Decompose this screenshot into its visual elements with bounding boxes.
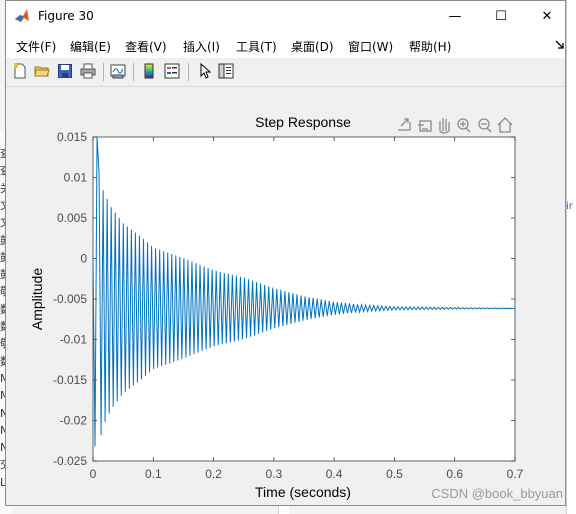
y-tick-label: -0.005 — [53, 292, 87, 306]
x-tick-label: 0.3 — [266, 467, 283, 481]
y-tick-label: 0 — [80, 252, 87, 266]
y-tick-label: 0.015 — [57, 130, 87, 144]
y-tick-label: -0.015 — [53, 373, 87, 387]
x-tick-label: 0.2 — [205, 467, 222, 481]
y-axis-label: Amplitude — [29, 268, 45, 330]
restore-view-icon[interactable] — [497, 117, 513, 133]
y-tick-label: -0.025 — [53, 454, 87, 468]
x-tick-label: 0.5 — [386, 467, 403, 481]
x-tick-label: 0.1 — [145, 467, 162, 481]
x-axis-label: Time (seconds) — [255, 484, 351, 500]
brush-icon[interactable] — [418, 120, 432, 132]
x-tick-label: 0.7 — [507, 467, 524, 481]
export-icon[interactable] — [398, 118, 411, 131]
axes-toolbar — [398, 117, 513, 134]
x-tick-label: 0.4 — [326, 467, 343, 481]
y-tick-label: -0.01 — [60, 333, 88, 347]
watermark: CSDN @book_bbyuan — [431, 486, 563, 501]
y-tick-label: 0.01 — [64, 171, 88, 185]
y-tick-label: 0.005 — [57, 211, 87, 225]
zoom-in-icon[interactable] — [457, 118, 471, 133]
pan-icon[interactable] — [439, 118, 450, 134]
x-tick-label: 0 — [90, 467, 97, 481]
chart-title: Step Response — [255, 114, 351, 130]
zoom-out-icon[interactable] — [478, 118, 492, 133]
y-tick-label: -0.02 — [60, 414, 88, 428]
figure-canvas: Step Response Time (seconds) Amplitude 0… — [29, 114, 563, 501]
x-tick-label: 0.6 — [446, 467, 463, 481]
